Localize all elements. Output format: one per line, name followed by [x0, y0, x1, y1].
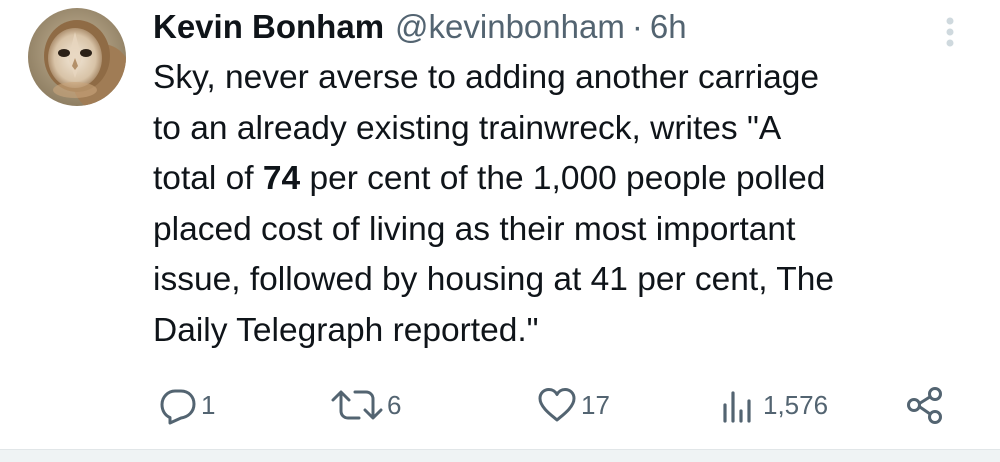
text-segment: per cent of the 1,000 people polled [300, 160, 826, 197]
heart-icon [538, 388, 576, 422]
tweet-header: Kevin Bonham @kevinbonham · 6h [153, 5, 687, 49]
bold-text-segment: 74 [262, 160, 301, 197]
more-vertical-icon [946, 17, 954, 47]
tweet-text: Sky, never averse to adding another carr… [153, 53, 983, 356]
separator-bar [0, 449, 1000, 462]
text-segment: to an already existing trainwreck, write… [153, 109, 782, 147]
reply-count: 1 [201, 389, 216, 420]
timestamp[interactable]: 6h [650, 5, 687, 49]
like-button[interactable]: 17 [536, 380, 610, 430]
tweet-text-line: Daily Telegraph reported." [153, 306, 983, 357]
views-button[interactable]: 1,576 [720, 380, 828, 430]
reply-button[interactable]: 1 [158, 380, 215, 430]
text-segment: placed cost of living as their most impo… [153, 210, 796, 248]
tweet[interactable]: Kevin Bonham @kevinbonham · 6h Sky, neve… [0, 0, 1000, 450]
barn-owl-avatar-icon [28, 8, 126, 106]
share-button[interactable] [904, 380, 946, 430]
retweet-button[interactable]: 6 [330, 380, 401, 430]
tweet-text-line: total of 74 per cent of the 1,000 people… [153, 154, 983, 205]
reply-icon [160, 389, 196, 425]
text-segment: Daily Telegraph reported." [153, 311, 539, 349]
author-name[interactable]: Kevin Bonham [153, 5, 384, 49]
like-count: 17 [581, 389, 610, 420]
more-options-button[interactable] [934, 14, 966, 50]
author-handle[interactable]: @kevinbonham [395, 5, 625, 49]
text-segment: issue, followed by housing at 41 per cen… [153, 261, 834, 298]
retweet-icon [331, 390, 383, 420]
tweet-text-line: issue, followed by housing at 41 per cen… [153, 255, 983, 306]
tweet-text-line: to an already existing trainwreck, write… [153, 104, 983, 155]
action-bar: 1 6 17 1,576 [0, 380, 1000, 430]
views-count: 1,576 [763, 389, 829, 420]
share-icon [907, 387, 942, 424]
retweet-count: 6 [387, 389, 402, 420]
tweet-text-line: Sky, never averse to adding another carr… [153, 53, 983, 104]
separator-dot: · [631, 8, 643, 45]
text-segment: Sky, never averse to adding another carr… [153, 59, 820, 96]
tweet-text-line: placed cost of living as their most impo… [153, 205, 983, 256]
avatar[interactable] [28, 8, 126, 106]
views-icon [723, 391, 751, 423]
text-segment: total of [153, 160, 263, 197]
